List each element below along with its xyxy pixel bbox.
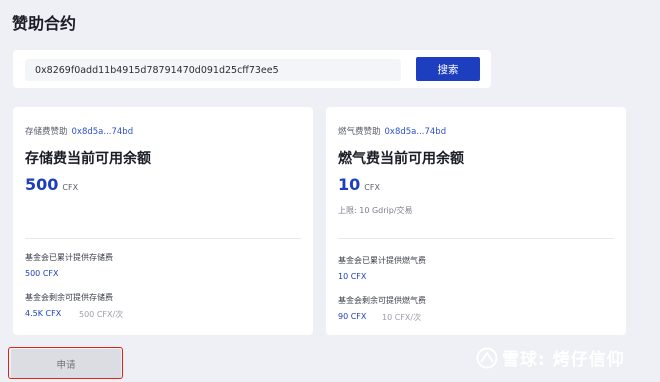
amount-unit: CFX	[62, 183, 79, 192]
per-transaction-value: 10 CFX/次	[382, 313, 422, 322]
apply-button[interactable]: 申请	[11, 349, 121, 379]
sponsor-address-link[interactable]: 0x8d5a...74bd	[385, 127, 447, 137]
card-label: 燃气费赞助	[338, 127, 381, 137]
storage-sponsor-card: 存储费赞助 0x8d5a...74bd 存储费当前可用余额 500 CFX 基金会已…	[13, 107, 313, 335]
divider	[338, 238, 614, 239]
amount-value: 500	[25, 175, 59, 194]
card-label: 存储费赞助	[25, 127, 68, 137]
remaining-value: 4.5K CFX	[25, 309, 62, 318]
total-provided-value: 500 CFX	[25, 269, 59, 278]
snowball-logo-icon	[476, 347, 498, 368]
remaining-label: 基金会剩余可提供存储费	[25, 293, 113, 302]
gas-limit-text: 上限: 10 Gdrip/交易	[338, 206, 413, 215]
search-button[interactable]: 搜索	[416, 57, 480, 81]
gas-sponsor-card: 燃气费赞助 0x8d5a...74bd 燃气费当前可用余额 10 CFX 上限: 1…	[326, 107, 626, 335]
address-search-input[interactable]	[25, 59, 401, 81]
remaining-value: 90 CFX	[338, 312, 367, 321]
balance-amount: 10 CFX	[338, 175, 380, 194]
per-transaction-value: 500 CFX/次	[79, 310, 124, 319]
page-title: 赞助合约	[12, 14, 77, 33]
card-title: 存储费当前可用余额	[25, 151, 151, 167]
total-provided-label: 基金会已累计提供存储费	[25, 253, 113, 262]
card-header: 存储费赞助 0x8d5a...74bd	[25, 125, 133, 137]
amount-unit: CFX	[364, 183, 380, 192]
total-provided-value: 10 CFX	[338, 272, 367, 281]
card-header: 燃气费赞助 0x8d5a...74bd	[338, 125, 446, 137]
watermark: 雪球: 烤仔信仰	[476, 345, 625, 370]
balance-amount: 500 CFX	[25, 175, 78, 194]
remaining-label: 基金会剩余可提供燃气费	[338, 296, 426, 305]
total-provided-label: 基金会已累计提供燃气费	[338, 256, 426, 265]
card-title: 燃气费当前可用余额	[338, 151, 464, 167]
sponsor-address-link[interactable]: 0x8d5a...74bd	[72, 127, 134, 137]
watermark-text: 雪球: 烤仔信仰	[502, 350, 625, 370]
divider	[25, 238, 301, 239]
search-panel: 搜索	[13, 50, 491, 88]
amount-value: 10	[338, 175, 361, 194]
